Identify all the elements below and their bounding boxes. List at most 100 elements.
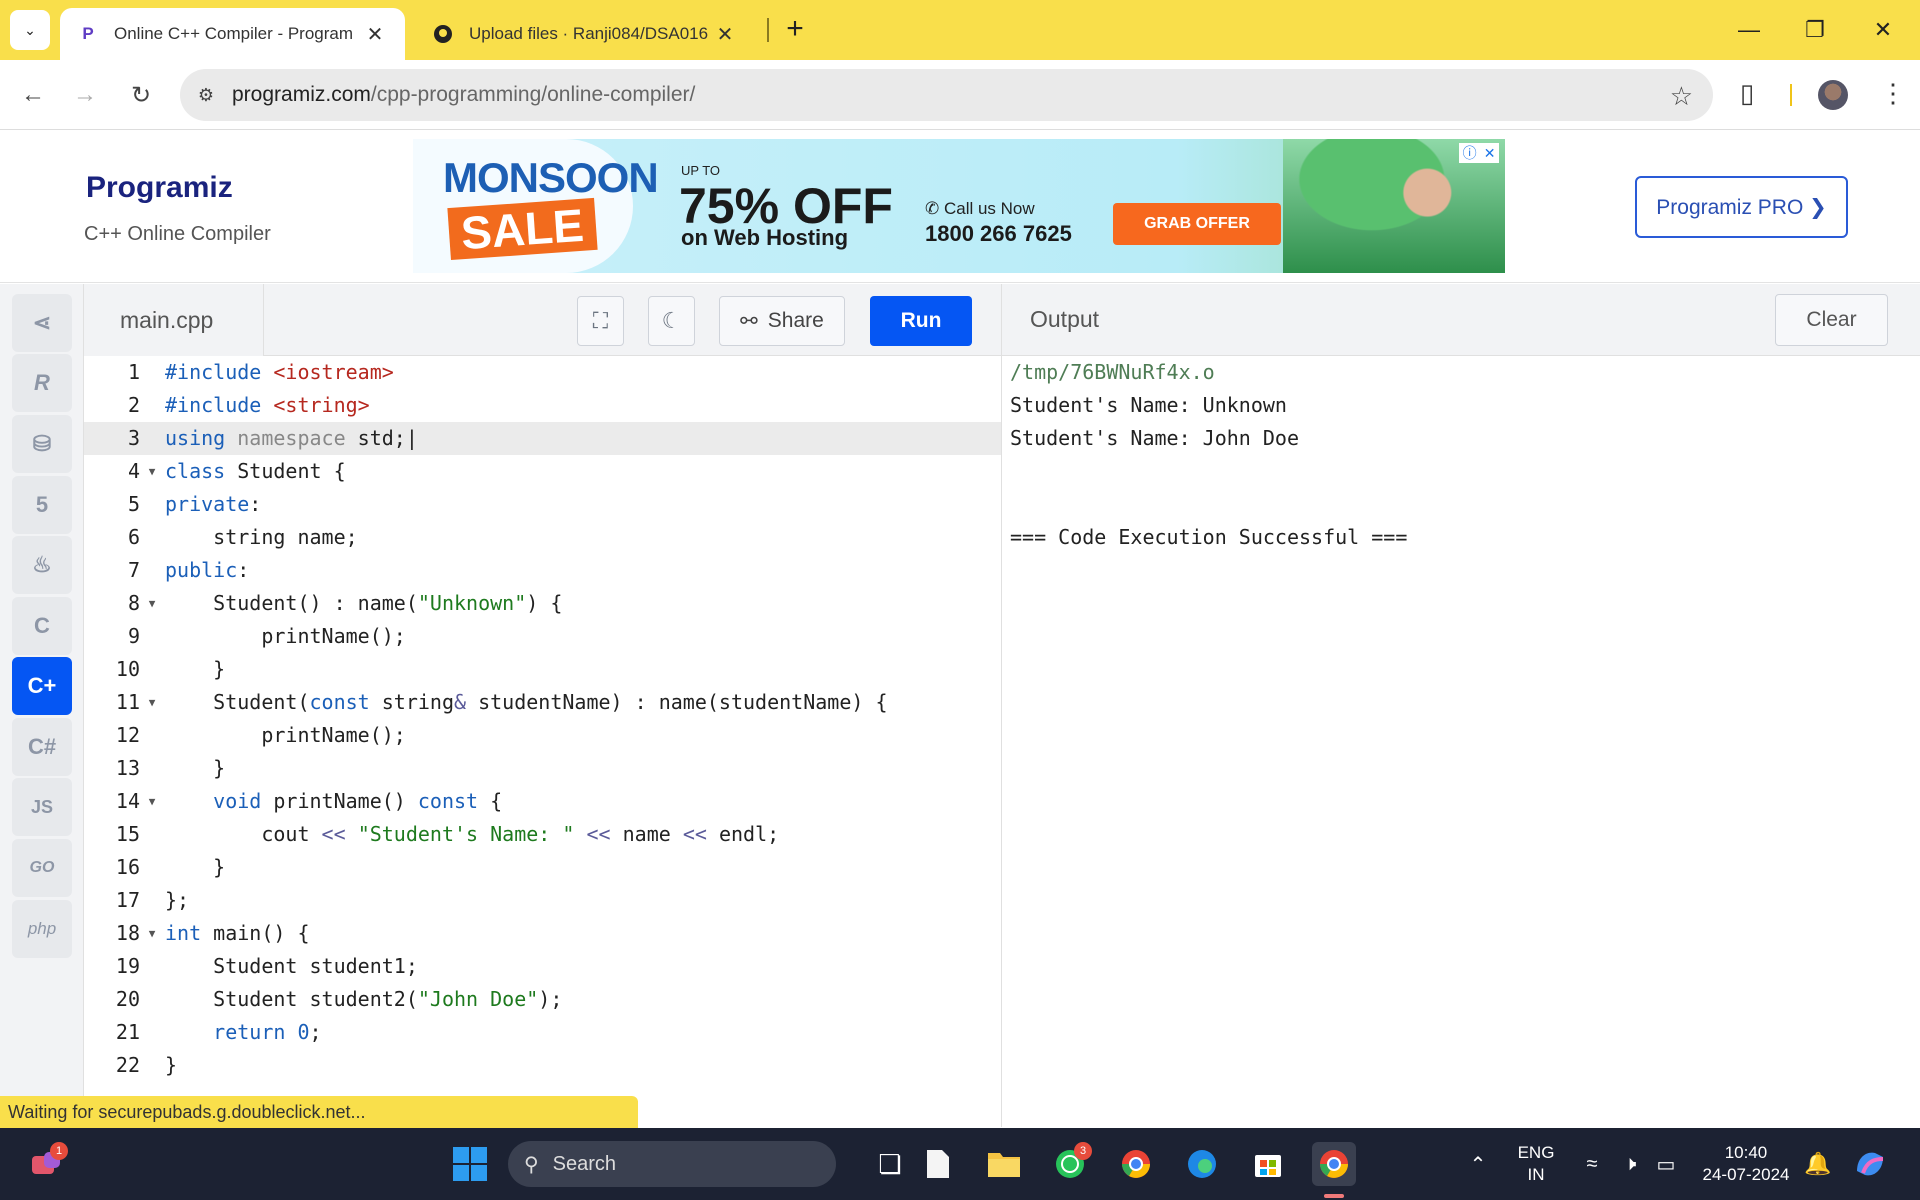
toolbar-divider <box>1790 84 1792 106</box>
ad-phone-text: 1800 266 7625 <box>925 221 1072 246</box>
tab-github[interactable]: Upload files · Ranji084/DSA016 ✕ <box>415 8 755 60</box>
url-text: programiz.com/cpp-programming/online-com… <box>232 83 696 106</box>
java-icon[interactable]: ♨ <box>12 536 72 594</box>
python-icon[interactable]: ⋖ <box>12 294 72 352</box>
run-button[interactable]: Run <box>870 296 972 346</box>
edge-icon[interactable] <box>1180 1142 1224 1186</box>
close-tab-icon[interactable]: ✕ <box>363 22 387 47</box>
tab-divider <box>767 18 769 42</box>
output-title: Output <box>1030 306 1100 332</box>
code-line: 4 ▼ class Student { <box>84 455 1001 488</box>
forward-icon[interactable]: → <box>66 76 104 114</box>
battery-icon[interactable]: ▭ <box>1644 1142 1688 1186</box>
taskbar-search-box[interactable]: ⚲ Search <box>508 1141 836 1187</box>
code-line: 5 private: <box>127 492 262 516</box>
close-tab-icon[interactable]: ✕ <box>713 22 737 47</box>
input-language[interactable]: ENG IN <box>1508 1142 1564 1186</box>
code-line: 12 printName(); <box>115 723 406 747</box>
github-icon <box>433 24 453 44</box>
code-line: 21 return 0; <box>115 1020 322 1044</box>
menu-kebab-icon[interactable]: ⋮ <box>1880 78 1906 109</box>
code-line: 1 #include <iostream> <box>127 360 394 384</box>
task-view-icon[interactable]: ❏ <box>868 1142 912 1186</box>
share-icon: ⚯ <box>740 309 758 333</box>
code-line: 15 cout << "Student's Name: " << name <<… <box>115 822 780 846</box>
cpp-lang-icon[interactable]: C+ <box>12 657 72 715</box>
chrome-icon[interactable] <box>1114 1142 1158 1186</box>
whatsapp-badge: 3 <box>1074 1142 1092 1160</box>
avatar[interactable] <box>1818 80 1848 110</box>
fold-arrow-icon[interactable]: ▼ <box>144 686 160 719</box>
notification-bell-icon[interactable]: 🔔 <box>1796 1142 1840 1186</box>
fold-arrow-icon[interactable]: ▼ <box>144 455 160 488</box>
site-info-icon[interactable]: ⚙ <box>180 85 232 106</box>
code-line: 22} <box>115 1053 178 1077</box>
programiz-icon: P <box>82 24 94 43</box>
grab-offer-button[interactable]: GRAB OFFER <box>1113 203 1281 245</box>
fold-arrow-icon[interactable]: ▼ <box>144 587 160 620</box>
html5-icon[interactable]: 5 <box>12 476 72 534</box>
file-tab-main-cpp[interactable]: main.cpp <box>84 284 264 356</box>
notepad-icon[interactable] <box>916 1142 960 1186</box>
share-button[interactable]: ⚯ Share <box>719 296 845 346</box>
ad-call-text: ✆ Call us Now <box>925 199 1035 218</box>
browser-toolbar: ← → ↻ ⚙ programiz.com/cpp-programming/on… <box>0 60 1920 130</box>
code-line: 16 } <box>115 855 226 879</box>
fold-arrow-icon[interactable]: ▼ <box>144 785 160 818</box>
minimize-icon[interactable]: — <box>1724 10 1774 50</box>
dark-mode-moon-icon[interactable]: ☾ <box>648 296 695 346</box>
clear-button[interactable]: Clear <box>1775 294 1888 346</box>
address-bar[interactable]: ⚙ programiz.com/cpp-programming/online-c… <box>180 69 1713 121</box>
ad-sale-text: SALE <box>447 197 598 261</box>
output-console[interactable]: /tmp/76BWNuRf4x.o Student's Name: Unknow… <box>1001 356 1920 1127</box>
advertisement-banner[interactable]: MONSOON SALE UP TO 75% OFF on Web Hostin… <box>413 139 1505 273</box>
chrome-profile-icon[interactable] <box>1312 1142 1356 1186</box>
code-line: 20 Student student2("John Doe"); <box>115 987 563 1011</box>
code-line-current: 3 using namespace std;| <box>84 422 1001 455</box>
csharp-lang-icon[interactable]: C# <box>12 718 72 776</box>
site-header: Programiz C++ Online Compiler MONSOON SA… <box>0 131 1920 283</box>
close-window-icon[interactable]: ✕ <box>1858 10 1908 50</box>
chevron-up-icon[interactable]: ⌃ <box>1456 1142 1500 1186</box>
tab-search-dropdown[interactable]: ⌄ <box>10 10 50 50</box>
programiz-logo[interactable]: Programiz <box>86 171 233 205</box>
code-line: 19 Student student1; <box>115 954 418 978</box>
fold-arrow-icon[interactable]: ▼ <box>144 917 160 950</box>
c-lang-icon[interactable]: C <box>12 597 72 655</box>
back-icon[interactable]: ← <box>14 76 52 114</box>
output-line: /tmp/76BWNuRf4x.o <box>1010 360 1215 384</box>
output-line: === Code Execution Successful === <box>1010 525 1408 549</box>
javascript-icon[interactable]: JS <box>12 778 72 836</box>
r-lang-icon[interactable]: R <box>12 354 72 412</box>
code-line: 9 printName(); <box>127 624 406 648</box>
go-lang-icon[interactable]: GO <box>12 839 72 897</box>
windows-start-icon[interactable] <box>448 1142 492 1186</box>
ad-info-icon[interactable]: ⓘ <box>1463 143 1477 163</box>
output-line: Student's Name: Unknown <box>1010 393 1287 417</box>
ad-monsoon-text: MONSOON <box>443 154 659 201</box>
reload-icon[interactable]: ↻ <box>122 76 160 114</box>
microsoft-store-icon[interactable] <box>1246 1142 1290 1186</box>
file-explorer-icon[interactable] <box>982 1142 1026 1186</box>
code-line: 18 ▼ int main() { <box>84 917 1001 950</box>
extensions-icon[interactable]: ▯ <box>1740 78 1754 109</box>
code-line: 6 string name; <box>127 525 358 549</box>
restore-icon[interactable]: ❐ <box>1790 10 1840 50</box>
programiz-pro-button[interactable]: Programiz PRO ❯ <box>1635 176 1848 238</box>
clock[interactable]: 10:40 24-07-2024 <box>1690 1142 1802 1186</box>
ad-close-controls[interactable]: ⓘ ✕ <box>1459 143 1499 163</box>
php-icon[interactable]: php <box>12 900 72 958</box>
code-line: 2 #include <string> <box>127 393 370 417</box>
bookmark-star-icon[interactable]: ☆ <box>1670 81 1693 112</box>
code-line: 14 ▼ void printName() const { <box>84 785 1001 818</box>
tab-programiz[interactable]: P Online C++ Compiler - Program ✕ <box>60 8 405 60</box>
ad-close-icon[interactable]: ✕ <box>1484 145 1496 162</box>
code-editor[interactable]: 1 #include <iostream> 2 #include <string> … <box>84 356 1001 1084</box>
sql-database-icon[interactable]: ⛁ <box>12 415 72 473</box>
teams-badge: 1 <box>50 1142 68 1160</box>
copilot-icon[interactable] <box>1848 1142 1892 1186</box>
code-line: 13 } <box>115 756 226 780</box>
fullscreen-icon[interactable]: ⛶ <box>577 296 624 346</box>
new-tab-button[interactable]: + <box>780 14 810 46</box>
page-subtitle: C++ Online Compiler <box>84 223 271 245</box>
